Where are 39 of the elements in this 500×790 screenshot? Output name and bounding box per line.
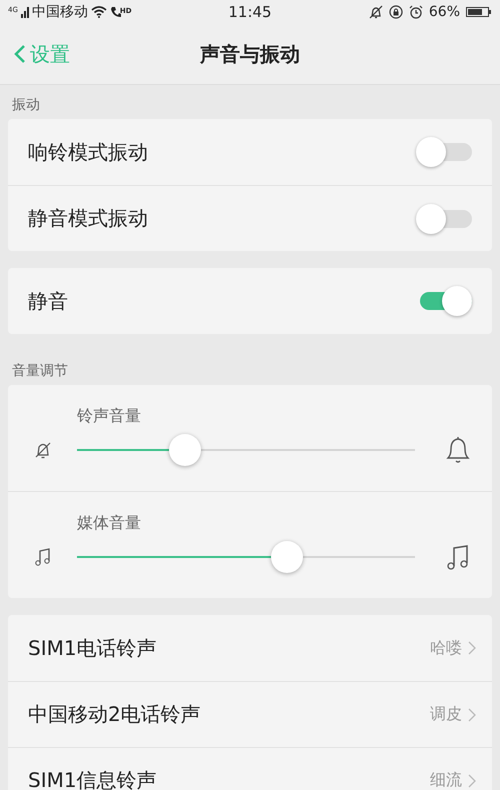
slider-label: 铃声音量	[77, 406, 142, 427]
setting-label: 静音模式振动	[28, 205, 148, 232]
section-label: 音量调节	[12, 363, 68, 379]
bell-icon	[444, 435, 470, 465]
music-note-icon	[446, 543, 470, 571]
chevron-right-icon	[468, 641, 476, 655]
phone-icon	[110, 6, 121, 18]
battery-percent: 66%	[428, 4, 460, 20]
list-item[interactable]: SIM1电话铃声 哈喽	[8, 615, 492, 681]
muted-bell-icon	[368, 5, 383, 19]
clock-time: 11:45	[228, 3, 272, 21]
setting-label: SIM1信息铃声	[28, 767, 157, 790]
setting-label: 中国移动2电话铃声	[28, 701, 201, 728]
slider-thumb[interactable]	[169, 434, 202, 466]
music-note-icon	[34, 547, 52, 567]
page-title: 声音与振动	[200, 42, 300, 66]
chevron-left-icon	[14, 44, 26, 64]
setting-label: SIM1电话铃声	[28, 634, 157, 662]
list-item[interactable]: 中国移动2电话铃声 调皮	[8, 681, 492, 747]
carrier-name: 中国移动	[32, 3, 88, 21]
wifi-icon	[90, 6, 107, 18]
chevron-right-icon	[468, 774, 476, 788]
slider-label: 媒体音量	[77, 513, 142, 534]
list-item[interactable]: SIM1信息铃声 细流	[8, 747, 492, 790]
slider-thumb[interactable]	[270, 541, 303, 573]
rotation-lock-icon	[388, 5, 403, 19]
setting-value: 调皮	[430, 704, 462, 725]
toggle-switch[interactable]	[416, 204, 472, 234]
battery-icon	[466, 6, 492, 18]
setting-value: 哈喽	[430, 638, 462, 658]
toggle-switch[interactable]	[416, 137, 472, 167]
setting-value: 细流	[430, 770, 462, 790]
muted-bell-icon	[34, 440, 52, 460]
alarm-clock-icon	[408, 5, 423, 19]
section-label: 振动	[12, 97, 40, 113]
signal-icon	[20, 6, 29, 18]
setting-label: 响铃模式振动	[28, 138, 148, 166]
setting-label: 静音	[28, 288, 68, 314]
chevron-right-icon	[468, 708, 476, 722]
